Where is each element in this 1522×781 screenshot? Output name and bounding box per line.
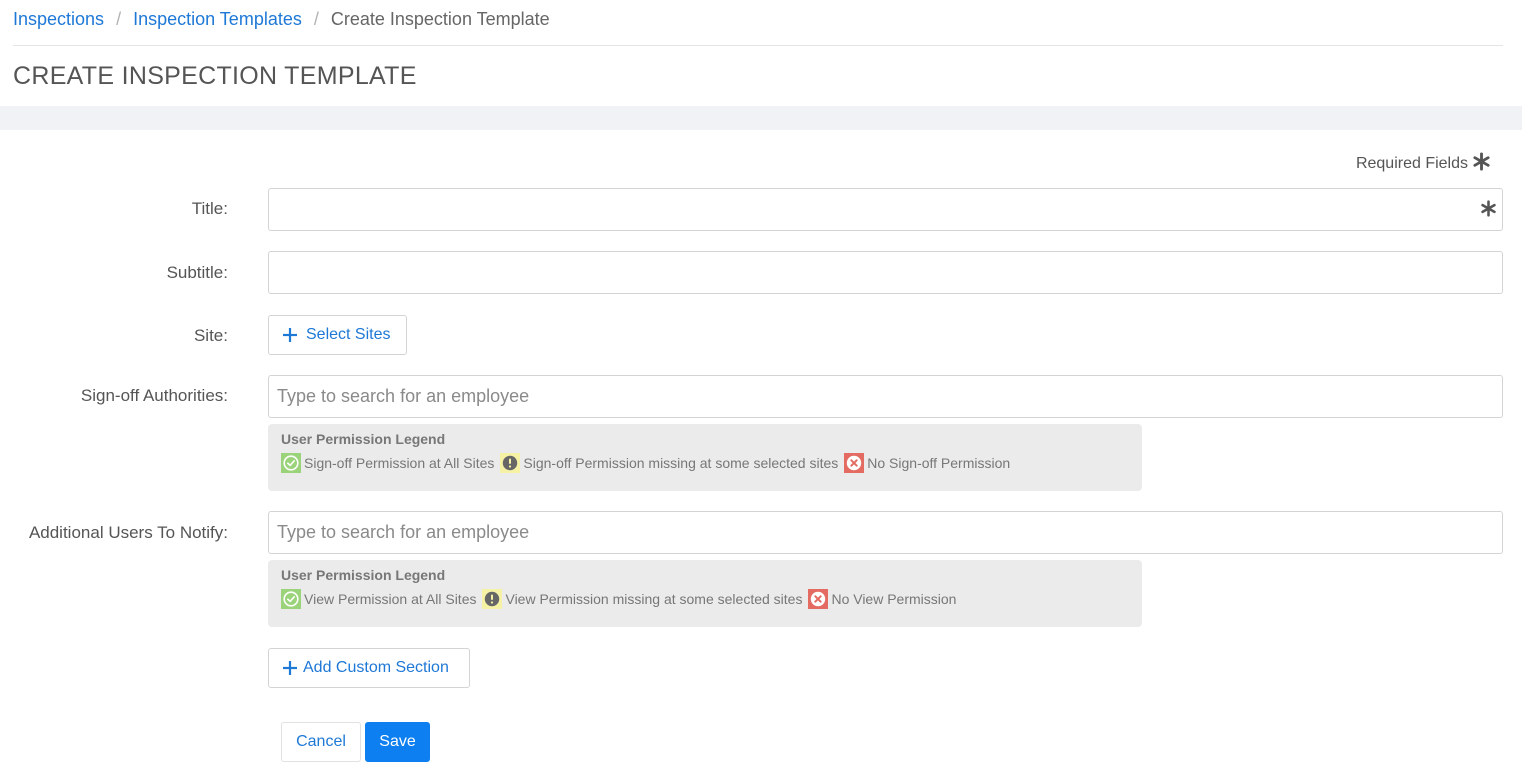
- title-label: Title:: [191, 199, 228, 218]
- required-fields-label: Required Fields: [1355, 155, 1468, 172]
- subtitle-input[interactable]: [268, 251, 1503, 294]
- required-fields-note: Required Fields: [1356, 152, 1491, 176]
- legend-item-text: No View Permission: [831, 591, 957, 607]
- check-circle-icon: [281, 589, 301, 609]
- select-sites-label: Select Sites: [306, 326, 391, 343]
- signoff-authorities-search-input[interactable]: [268, 375, 1503, 418]
- exclamation-circle-icon: [500, 453, 521, 473]
- view-permission-legend: User Permission Legend View Permission a…: [268, 560, 1142, 627]
- legend-item-text: Sign-off Permission missing at some sele…: [523, 455, 839, 471]
- legend-item-text: Sign-off Permission at All Sites: [304, 455, 495, 471]
- add-custom-section-label: Add Custom Section: [303, 659, 449, 676]
- plus-icon: [283, 661, 297, 675]
- legend-item: View Permission at All Sites: [281, 589, 476, 609]
- x-circle-icon: [844, 453, 865, 473]
- plus-icon: [283, 328, 297, 342]
- legend-item: No Sign-off Permission: [844, 453, 1010, 473]
- page-title: CREATE INSPECTION TEMPLATE: [13, 62, 417, 90]
- subtitle-label: Subtitle:: [166, 263, 228, 282]
- check-circle-icon: [281, 453, 301, 473]
- legend-item: Sign-off Permission missing at some sele…: [500, 453, 838, 473]
- add-custom-section-button[interactable]: Add Custom Section: [268, 648, 470, 688]
- legend-item-text: No Sign-off Permission: [867, 455, 1011, 471]
- legend-title: User Permission Legend: [281, 567, 446, 583]
- breadcrumb-separator: /: [313, 8, 319, 29]
- required-asterisk-icon: [1480, 200, 1497, 222]
- select-sites-button[interactable]: Select Sites: [268, 315, 407, 355]
- breadcrumb-inspections-link[interactable]: Inspections: [13, 9, 104, 30]
- additional-users-search-input[interactable]: [268, 511, 1503, 554]
- exclamation-circle-icon: [482, 589, 503, 609]
- site-label: Site:: [193, 326, 228, 345]
- section-band: [0, 106, 1522, 130]
- cancel-button[interactable]: Cancel: [281, 722, 361, 762]
- header-divider: [13, 45, 1503, 46]
- signoff-authorities-label: Sign-off Authorities:: [80, 386, 228, 405]
- legend-item: View Permission missing at some selected…: [482, 589, 802, 609]
- signoff-permission-legend: User Permission Legend Sign-off Permissi…: [268, 424, 1142, 491]
- legend-item: Sign-off Permission at All Sites: [281, 453, 494, 473]
- title-input[interactable]: [268, 188, 1503, 231]
- legend-item-text: View Permission missing at some selected…: [505, 591, 803, 607]
- breadcrumb-current: Create Inspection Template: [330, 8, 550, 29]
- breadcrumb-inspection-templates-link[interactable]: Inspection Templates: [133, 9, 302, 30]
- save-button[interactable]: Save: [365, 722, 430, 762]
- breadcrumb: Inspections / Inspection Templates / Cre…: [13, 8, 550, 30]
- legend-title: User Permission Legend: [281, 431, 446, 447]
- breadcrumb-separator: /: [116, 8, 122, 29]
- asterisk-icon: [1472, 152, 1491, 176]
- additional-users-label: Additional Users To Notify:: [28, 523, 228, 542]
- x-circle-icon: [808, 589, 829, 609]
- legend-item-text: View Permission at All Sites: [304, 591, 477, 607]
- legend-item: No View Permission: [808, 589, 956, 609]
